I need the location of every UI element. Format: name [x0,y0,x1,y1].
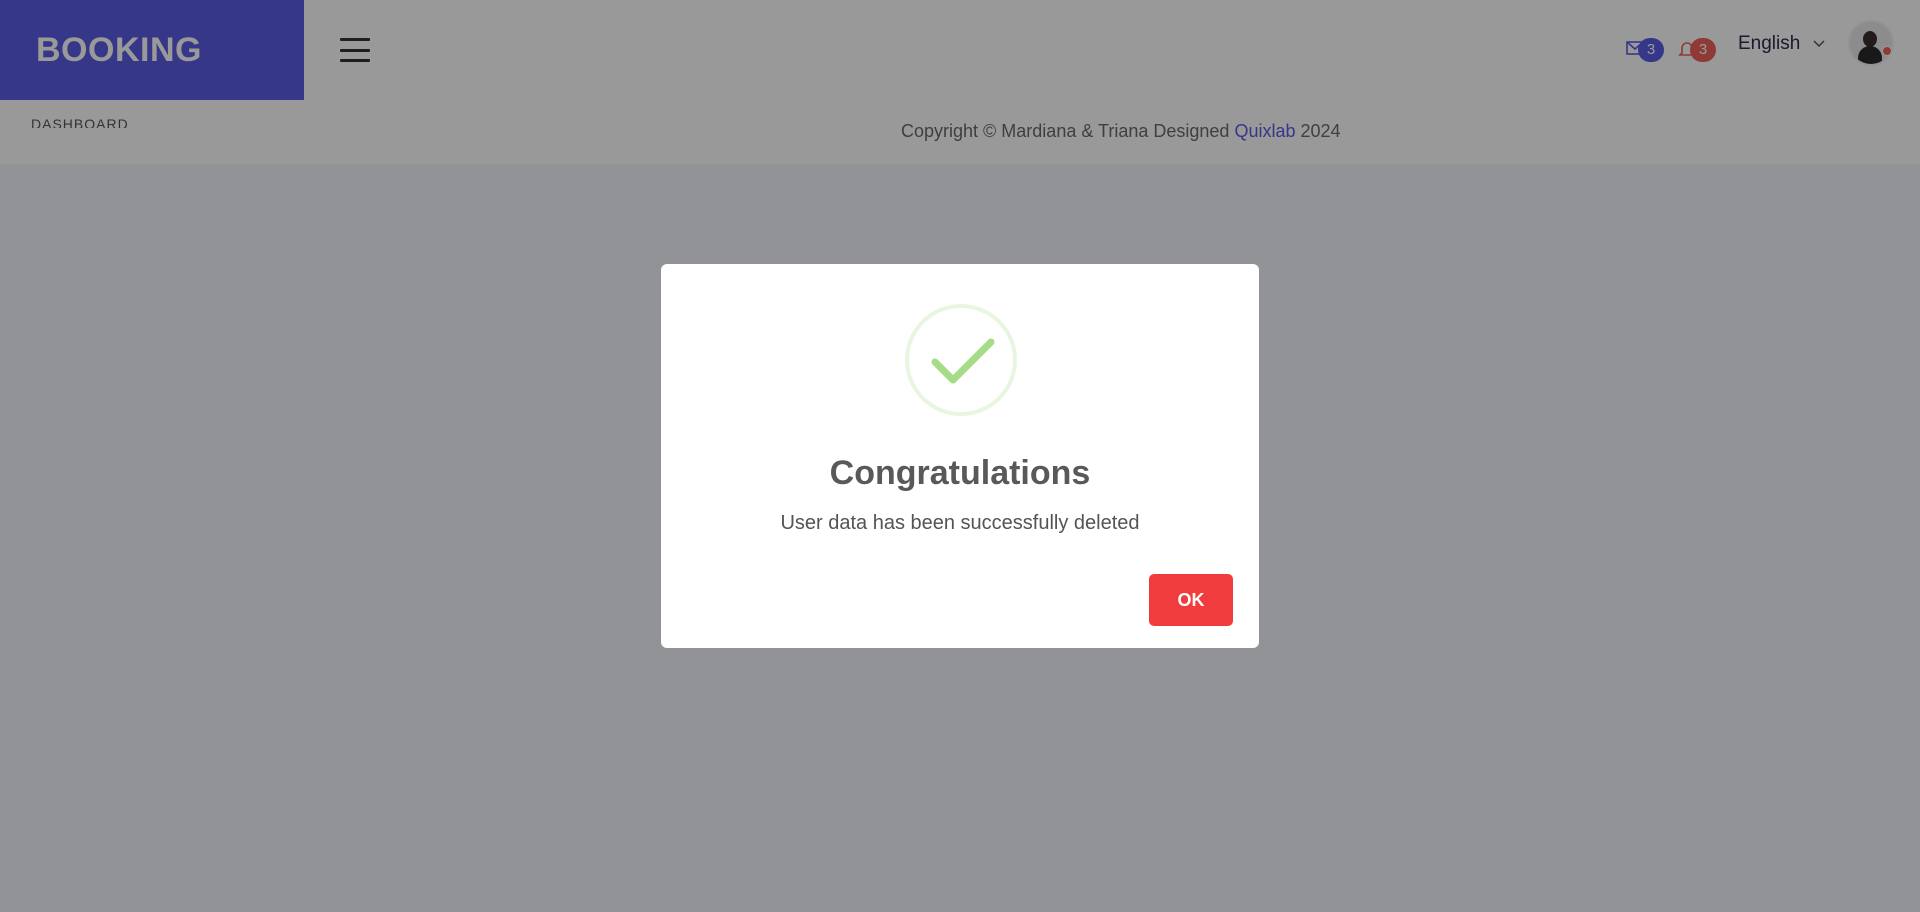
dialog-title: Congratulations [829,454,1091,492]
success-dialog: Congratulations User data has been succe… [661,264,1259,648]
checkmark-icon [931,338,995,384]
success-icon [905,304,1017,416]
dialog-message: User data has been successfully deleted [780,512,1140,534]
ok-button[interactable]: OK [1149,574,1233,626]
